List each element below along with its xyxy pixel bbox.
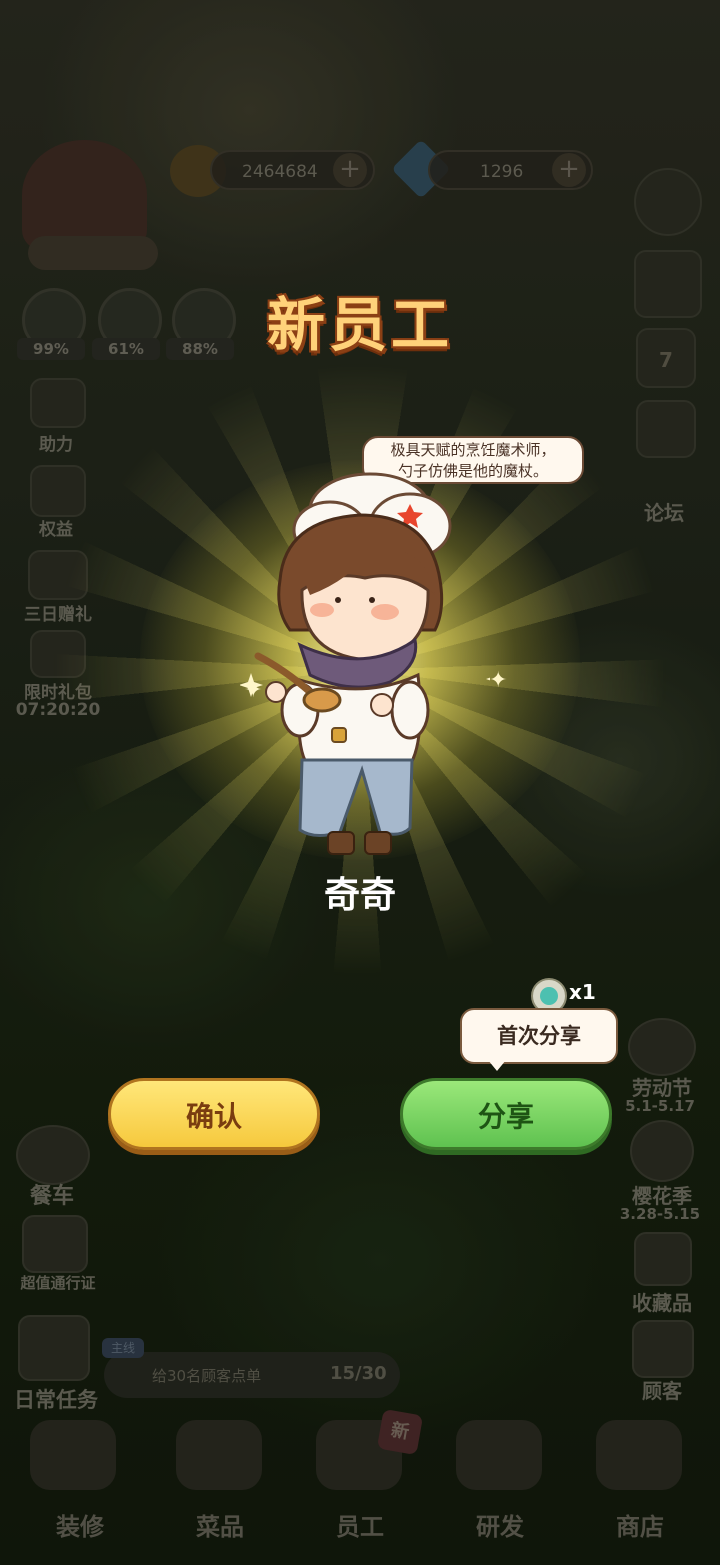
tooltip-arrow <box>488 1060 506 1071</box>
sparkle-icon: ✦ <box>489 668 508 693</box>
share-button[interactable]: 分享 <box>400 1078 612 1150</box>
confirm-button[interactable]: 确认 <box>108 1078 320 1150</box>
sparkle-icon: ✦ <box>244 678 263 703</box>
first-share-tooltip: 首次分享 <box>460 1008 618 1064</box>
reward-count: x1 <box>569 980 596 1004</box>
speech-line-1: 极具天赋的烹饪魔术师， <box>390 441 556 459</box>
popup-title: 新员工 <box>266 291 453 359</box>
chef-character-illustration <box>240 472 490 855</box>
employee-name: 奇奇 <box>323 875 396 916</box>
